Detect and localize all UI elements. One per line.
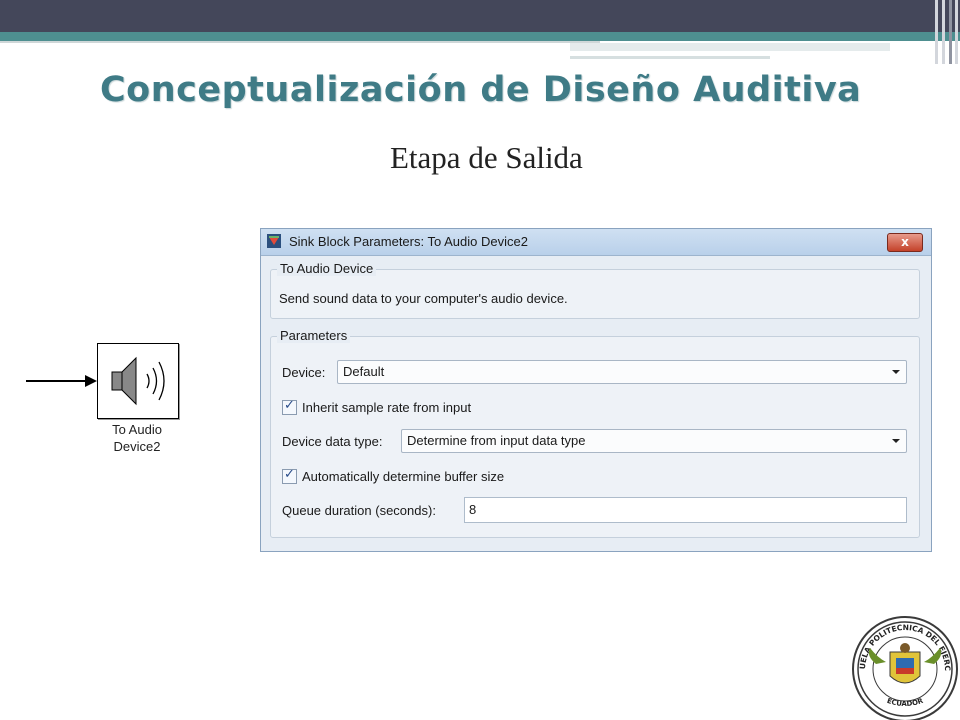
device-dropdown[interactable]: Default	[337, 360, 907, 384]
corner-decoration	[932, 0, 960, 64]
top-stripe	[570, 43, 890, 51]
top-thin-line	[0, 41, 600, 43]
device-label: Device:	[282, 365, 326, 380]
inherit-sample-rate-checkbox[interactable]: ✓	[282, 398, 297, 415]
checkmark-icon: ✓	[284, 467, 295, 482]
slide-subtitle: Etapa de Salida	[390, 140, 583, 175]
dialog-title: Sink Block Parameters: To Audio Device2	[289, 234, 528, 249]
inherit-sample-rate-label: Inherit sample rate from input	[302, 400, 472, 415]
queue-duration-input[interactable]: 8	[464, 497, 907, 523]
block-description: Send sound data to your computer's audio…	[279, 291, 568, 306]
group-legend: To Audio Device	[277, 261, 377, 276]
device-data-type-value: Determine from input data type	[407, 433, 586, 448]
block-label-line2: Device2	[113, 439, 161, 454]
chevron-down-icon	[892, 439, 900, 443]
device-value: Default	[343, 364, 385, 379]
signal-line	[26, 380, 88, 382]
dialog-titlebar[interactable]: Sink Block Parameters: To Audio Device2 …	[261, 229, 931, 256]
device-data-type-dropdown[interactable]: Determine from input data type	[401, 429, 907, 453]
queue-duration-label: Queue duration (seconds):	[282, 503, 436, 518]
auto-buffer-size-checkbox[interactable]: ✓	[282, 467, 297, 484]
queue-duration-value: 8	[469, 502, 477, 517]
top-dark-bar	[0, 0, 960, 32]
top-stripe	[570, 51, 890, 53]
checkmark-icon: ✓	[284, 398, 295, 413]
to-audio-device-block[interactable]	[97, 343, 179, 419]
top-teal-bar	[0, 32, 960, 41]
slide-title: Conceptualización de Diseño Auditiva	[100, 70, 862, 110]
close-button[interactable]: x	[887, 233, 923, 252]
chevron-down-icon	[892, 370, 900, 374]
group-legend: Parameters	[277, 328, 351, 343]
speaker-icon	[111, 356, 165, 406]
top-stripe	[570, 56, 770, 59]
auto-buffer-size-label: Automatically determine buffer size	[302, 469, 505, 484]
simulink-app-icon	[267, 234, 281, 248]
signal-arrow-icon	[85, 375, 97, 387]
sink-block-parameters-dialog: Sink Block Parameters: To Audio Device2 …	[260, 228, 932, 552]
device-data-type-label: Device data type:	[282, 434, 383, 449]
block-label-line1: To Audio	[112, 422, 162, 437]
university-emblem-logo: ESCUELA POLITECNICA DEL EJERCITO ECUADOR	[850, 614, 958, 720]
block-label: To Audio Device2	[87, 421, 187, 455]
